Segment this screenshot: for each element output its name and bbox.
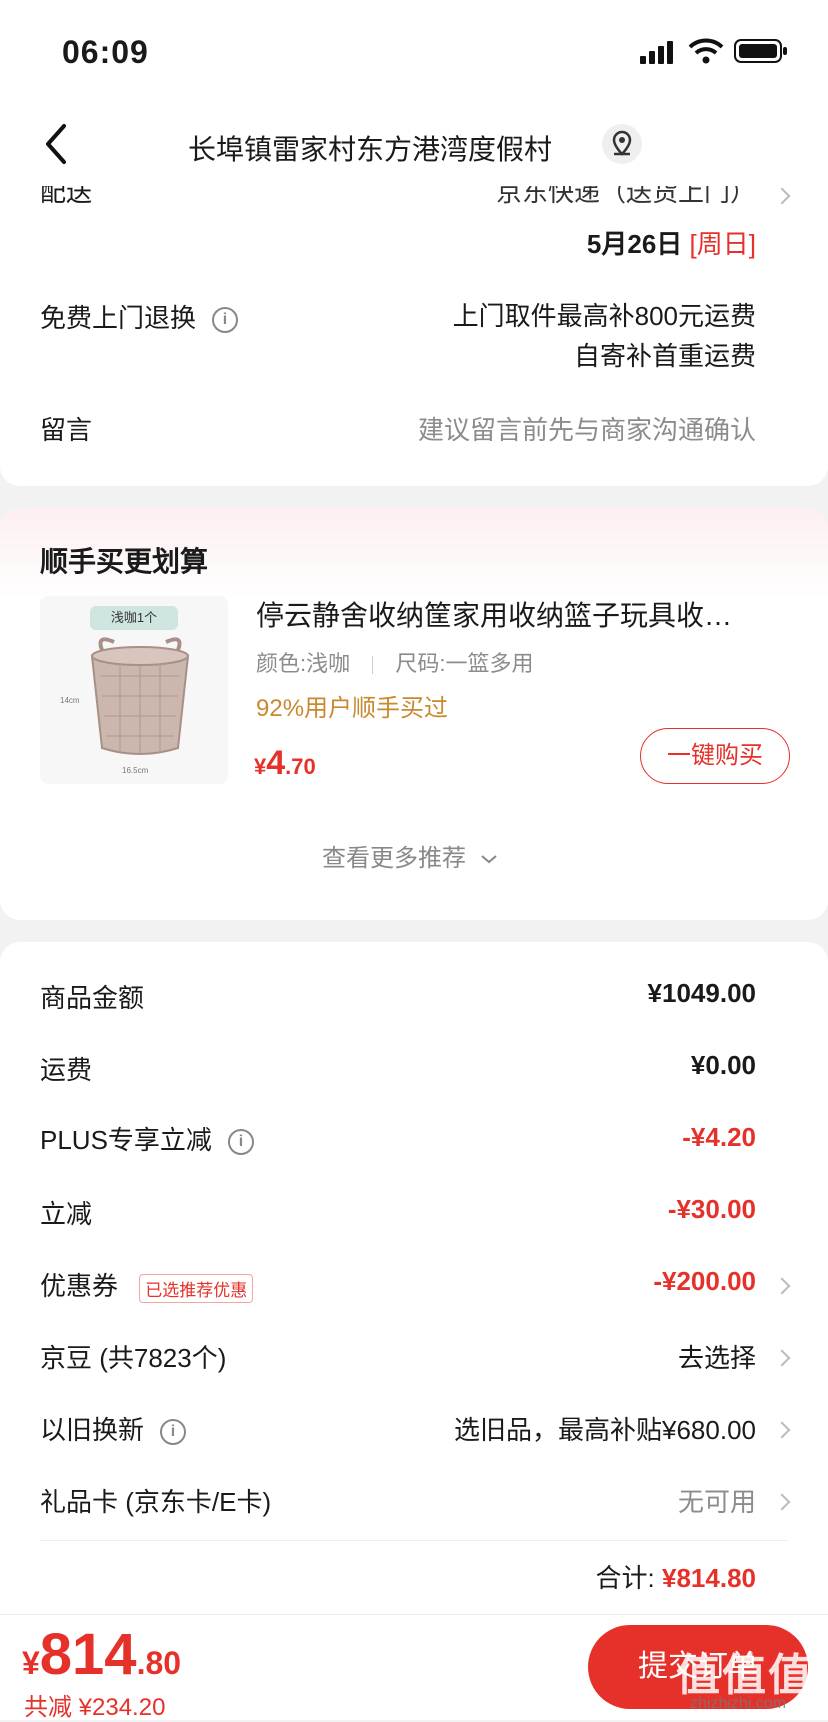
info-icon[interactable]: i [160, 1419, 187, 1446]
delivery-date-value: 5月26日 [586, 229, 683, 259]
price-int: 4 [266, 744, 286, 782]
upsell-size: 尺码:一篮多用 [395, 651, 534, 676]
price-summary-card: 商品金额 ¥1049.00 运费 ¥0.00 PLUS专享立减 i -¥4.20 … [0, 942, 828, 1632]
gift-card-label: 礼品卡 (京东卡/E卡) [40, 1487, 272, 1517]
upsell-product-image[interactable]: 浅咖1个 14cm 16.5cm [40, 596, 228, 784]
message-label: 留言 [40, 415, 93, 445]
instant-discount-label: 立减 [40, 1199, 93, 1229]
plus-discount-label: PLUS专享立减 [40, 1125, 212, 1155]
upsell-card: 顺手买更划算 浅咖1个 14cm 16.5cm 停云静舍收纳筐家用收纳篮子玩具收… [0, 508, 828, 920]
total-row: 合计: ¥814.80 [596, 1558, 756, 1595]
coupon-value[interactable]: -¥200.00 [653, 1266, 756, 1297]
product-tag: 浅咖1个 [90, 606, 178, 630]
final-price-int: 814 [39, 1622, 137, 1687]
watermark-url: zhizhizhi.com [690, 1695, 787, 1712]
address-title[interactable]: 长埠镇雷家村东方港湾度假村 [188, 128, 552, 168]
coupon-badge: 已选推荐优惠 [139, 1273, 254, 1303]
shipping-label: 运费 [40, 1055, 93, 1085]
trade-in-row: 以旧换新 i [40, 1410, 187, 1447]
dimension-height: 14cm [60, 696, 80, 705]
goods-amount-label: 商品金额 [40, 983, 145, 1013]
nav-bar: 长埠镇雷家村东方港湾度假村 [0, 100, 828, 186]
jd-bean-value[interactable]: 去选择 [678, 1338, 756, 1375]
free-return-row: 免费上门退换 i [40, 298, 239, 335]
upsell-title: 顺手买更划算 [40, 546, 209, 577]
final-price: ¥814.80 [22, 1621, 181, 1688]
info-icon[interactable]: i [212, 307, 239, 334]
checkout-bar: ¥814.80 共减 ¥234.20 提交订单 值值值 zhizhizhi.co… [0, 1614, 828, 1721]
final-price-dec: .80 [136, 1645, 182, 1681]
message-input[interactable]: 建议留言前先与商家沟通确认 [418, 410, 756, 447]
instant-discount-value: -¥30.00 [667, 1194, 756, 1224]
price-symbol: ¥ [254, 754, 267, 779]
battery-icon [734, 38, 788, 64]
dimension-width: 16.5cm [122, 766, 149, 775]
delivery-date: 5月26日 [周日] [587, 224, 756, 261]
chevron-right-icon [773, 1421, 791, 1439]
chevron-right-icon [773, 1277, 791, 1295]
back-button[interactable] [36, 120, 76, 168]
trade-in-label: 以旧换新 [40, 1415, 145, 1445]
chevron-right-icon [773, 1493, 791, 1511]
coupon-row[interactable]: 优惠券 已选推荐优惠 [40, 1266, 254, 1303]
chevron-down-icon [481, 855, 497, 864]
location-icon[interactable] [602, 124, 642, 164]
spec-divider [372, 656, 374, 675]
gift-card-value[interactable]: 无可用 [678, 1482, 756, 1519]
price-dec: .70 [285, 754, 316, 779]
info-icon[interactable]: i [227, 1129, 254, 1156]
summary-divider [40, 1540, 788, 1541]
final-price-symbol: ¥ [22, 1645, 40, 1681]
coupon-label: 优惠券 [40, 1271, 119, 1301]
upsell-product-title[interactable]: 停云静舍收纳筐家用收纳篮子玩具收… [256, 594, 792, 634]
basket-image [90, 637, 190, 755]
plus-discount-row: PLUS专享立减 i [40, 1120, 254, 1157]
free-return-line2: 自寄补首重运费 [573, 341, 756, 371]
upsell-specs: 颜色:浅咖 尺码:一篮多用 [256, 646, 534, 678]
status-time: 06:09 [62, 34, 149, 70]
jd-bean-label: 京豆 (共7823个) [40, 1343, 227, 1373]
see-more-link[interactable]: 查看更多推荐 [322, 838, 499, 873]
delivery-label: 配送 [40, 186, 93, 207]
upsell-bought-rate: 92%用户顺手买过 [256, 695, 449, 722]
chevron-right-icon [773, 1349, 791, 1367]
plus-discount-value: -¥4.20 [682, 1122, 756, 1152]
trade-in-value[interactable]: 选旧品，最高补贴¥680.00 [454, 1410, 756, 1447]
status-bar: 06:09 [0, 0, 828, 100]
shipping-value: ¥0.00 [690, 1050, 756, 1080]
one-click-buy-button[interactable]: 一键购买 [640, 728, 790, 784]
delivery-method[interactable]: 京东快递（送货上门） [496, 186, 756, 209]
free-return-line1: 上门取件最高补800元运费 [452, 301, 756, 331]
delivery-card: 配送 京东快递（送货上门） 5月26日 [周日] 免费上门退换 i 上门取件最高补… [0, 186, 828, 486]
upsell-color: 颜色:浅咖 [256, 651, 351, 676]
watermark-logo: 值值值 [676, 1651, 814, 1700]
chevron-right-icon [773, 187, 791, 205]
signal-icon [640, 40, 676, 64]
free-return-label: 免费上门退换 [40, 303, 197, 333]
goods-amount-value: ¥1049.00 [647, 978, 756, 1008]
total-saved: 共减 ¥234.20 [24, 1694, 166, 1721]
wifi-icon [688, 38, 724, 64]
total-value: ¥814.80 [662, 1563, 756, 1593]
upsell-price: ¥4.70 [254, 744, 316, 783]
delivery-weekday: [周日] [689, 229, 756, 259]
see-more-label: 查看更多推荐 [322, 845, 466, 872]
total-label: 合计: [595, 1563, 655, 1593]
